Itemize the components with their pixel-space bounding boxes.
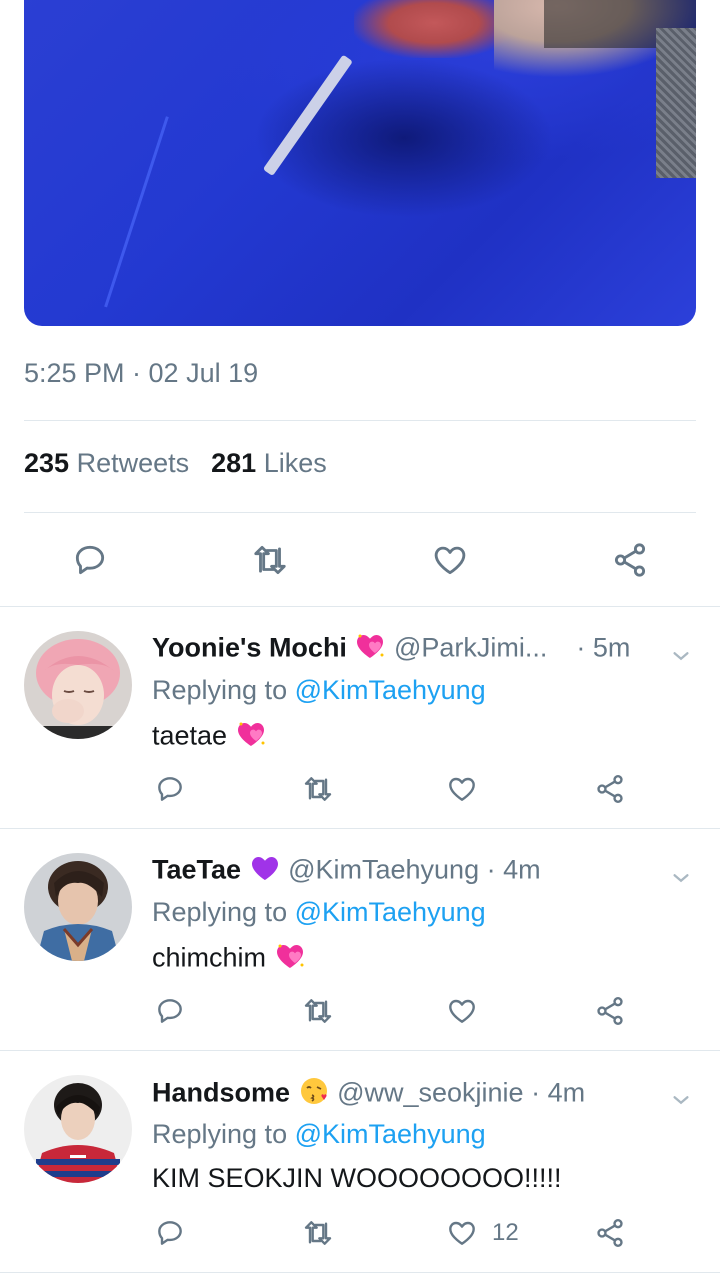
replying-prefix: Replying to bbox=[152, 675, 288, 705]
reply-text: chimchim bbox=[152, 942, 267, 973]
share-icon bbox=[597, 775, 623, 803]
purple-heart-emoji bbox=[249, 853, 281, 890]
heart-icon bbox=[449, 777, 475, 801]
retweet-button[interactable] bbox=[296, 989, 340, 1033]
chevron-down-icon[interactable] bbox=[670, 867, 692, 889]
reply-text-line: taetae bbox=[152, 719, 267, 756]
avatar[interactable] bbox=[24, 853, 132, 961]
reply-time: · 4m bbox=[486, 854, 541, 885]
share-icon bbox=[597, 997, 623, 1025]
replying-prefix: Replying to bbox=[152, 1119, 288, 1149]
reply-button[interactable] bbox=[68, 538, 112, 582]
avatar[interactable] bbox=[24, 631, 132, 739]
sparkling-heart-emoji bbox=[354, 631, 386, 668]
retweet-button[interactable] bbox=[248, 538, 292, 582]
mention-link[interactable]: @KimTaehyung bbox=[295, 897, 486, 927]
reply-button[interactable] bbox=[148, 1211, 192, 1255]
like-count: 12 bbox=[492, 1219, 519, 1246]
reply-tweet[interactable]: Yoonie's Mochi @ParkJimi... · 5m Replyin… bbox=[0, 607, 720, 829]
share-button[interactable] bbox=[588, 989, 632, 1033]
retweet-icon bbox=[254, 545, 286, 575]
reply-icon bbox=[158, 777, 182, 801]
reply-text: KIM SEOKJIN WOOOOOOOO!!!!! bbox=[152, 1163, 562, 1193]
like-button[interactable] bbox=[440, 1211, 484, 1255]
replying-to: Replying to @KimTaehyung bbox=[152, 897, 486, 928]
tweet-stats: 235 Retweets 281 Likes bbox=[24, 448, 327, 479]
share-button[interactable] bbox=[588, 767, 632, 811]
retweet-icon bbox=[304, 999, 332, 1023]
retweets-label: Retweets bbox=[76, 448, 190, 478]
chevron-down-icon[interactable] bbox=[670, 645, 692, 667]
retweet-button[interactable] bbox=[296, 1211, 340, 1255]
sparkling-heart-emoji bbox=[274, 941, 306, 978]
tweet-action-bar bbox=[0, 530, 720, 590]
retweets-link[interactable]: 235 Retweets bbox=[24, 448, 189, 478]
display-name[interactable]: TaeTae bbox=[152, 855, 241, 885]
display-name[interactable]: Handsome bbox=[152, 1078, 290, 1108]
likes-label: Likes bbox=[263, 448, 327, 478]
reply-icon bbox=[158, 1221, 182, 1245]
reply-tweet[interactable]: TaeTae @KimTaehyung · 4m Replying to @Ki… bbox=[0, 829, 720, 1051]
retweet-button[interactable] bbox=[296, 767, 340, 811]
reply-header: Handsome @ww_seokjinie · 4m bbox=[152, 1075, 585, 1114]
likes-count: 281 bbox=[211, 448, 257, 478]
display-name[interactable]: Yoonie's Mochi bbox=[152, 633, 347, 663]
chevron-down-icon[interactable] bbox=[670, 1089, 692, 1111]
avatar[interactable] bbox=[24, 1075, 132, 1183]
share-button[interactable] bbox=[588, 1211, 632, 1255]
share-icon bbox=[614, 543, 646, 577]
user-handle: @KimTaehyung bbox=[288, 854, 480, 885]
heart-icon bbox=[434, 546, 466, 575]
retweet-icon bbox=[304, 777, 332, 801]
replying-to: Replying to @KimTaehyung bbox=[152, 675, 486, 706]
user-handle: @ParkJimi... bbox=[393, 632, 548, 663]
reply-text: taetae bbox=[152, 720, 228, 751]
tweet-timestamp: 5:25 PM · 02 Jul 19 bbox=[24, 358, 259, 388]
replying-prefix: Replying to bbox=[152, 897, 288, 927]
kissing-face-emoji bbox=[298, 1075, 330, 1114]
likes-link[interactable]: 281 Likes bbox=[211, 448, 327, 478]
divider bbox=[24, 420, 696, 421]
heart-icon bbox=[449, 1221, 475, 1245]
mention-link[interactable]: @KimTaehyung bbox=[295, 675, 486, 705]
reply-header: Yoonie's Mochi @ParkJimi... · 5m bbox=[152, 631, 630, 668]
like-button[interactable] bbox=[440, 767, 484, 811]
heart-icon bbox=[449, 999, 475, 1023]
share-button[interactable] bbox=[608, 538, 652, 582]
reply-time: · 4m bbox=[531, 1077, 586, 1108]
share-icon bbox=[597, 1219, 623, 1247]
reply-icon bbox=[75, 545, 105, 575]
retweet-icon bbox=[304, 1221, 332, 1245]
reply-button[interactable] bbox=[148, 989, 192, 1033]
reply-tweet[interactable]: Handsome @ww_seokjinie · 4m Replying to … bbox=[0, 1051, 720, 1273]
tweet-photo[interactable] bbox=[24, 0, 696, 326]
user-handle: @ww_seokjinie bbox=[337, 1077, 524, 1108]
reply-icon bbox=[158, 999, 182, 1023]
reply-header: TaeTae @KimTaehyung · 4m bbox=[152, 853, 541, 890]
like-button[interactable] bbox=[428, 538, 472, 582]
reply-time: · 5m bbox=[576, 632, 631, 663]
reply-text-line: chimchim bbox=[152, 941, 306, 978]
replying-to: Replying to @KimTaehyung bbox=[152, 1119, 486, 1150]
reply-button[interactable] bbox=[148, 767, 192, 811]
like-button[interactable] bbox=[440, 989, 484, 1033]
mention-link[interactable]: @KimTaehyung bbox=[295, 1119, 486, 1149]
retweets-count: 235 bbox=[24, 448, 70, 478]
reply-text-line: KIM SEOKJIN WOOOOOOOO!!!!! bbox=[152, 1163, 562, 1194]
sparkling-heart-emoji bbox=[235, 719, 267, 756]
divider bbox=[0, 1272, 720, 1273]
divider bbox=[24, 512, 696, 513]
